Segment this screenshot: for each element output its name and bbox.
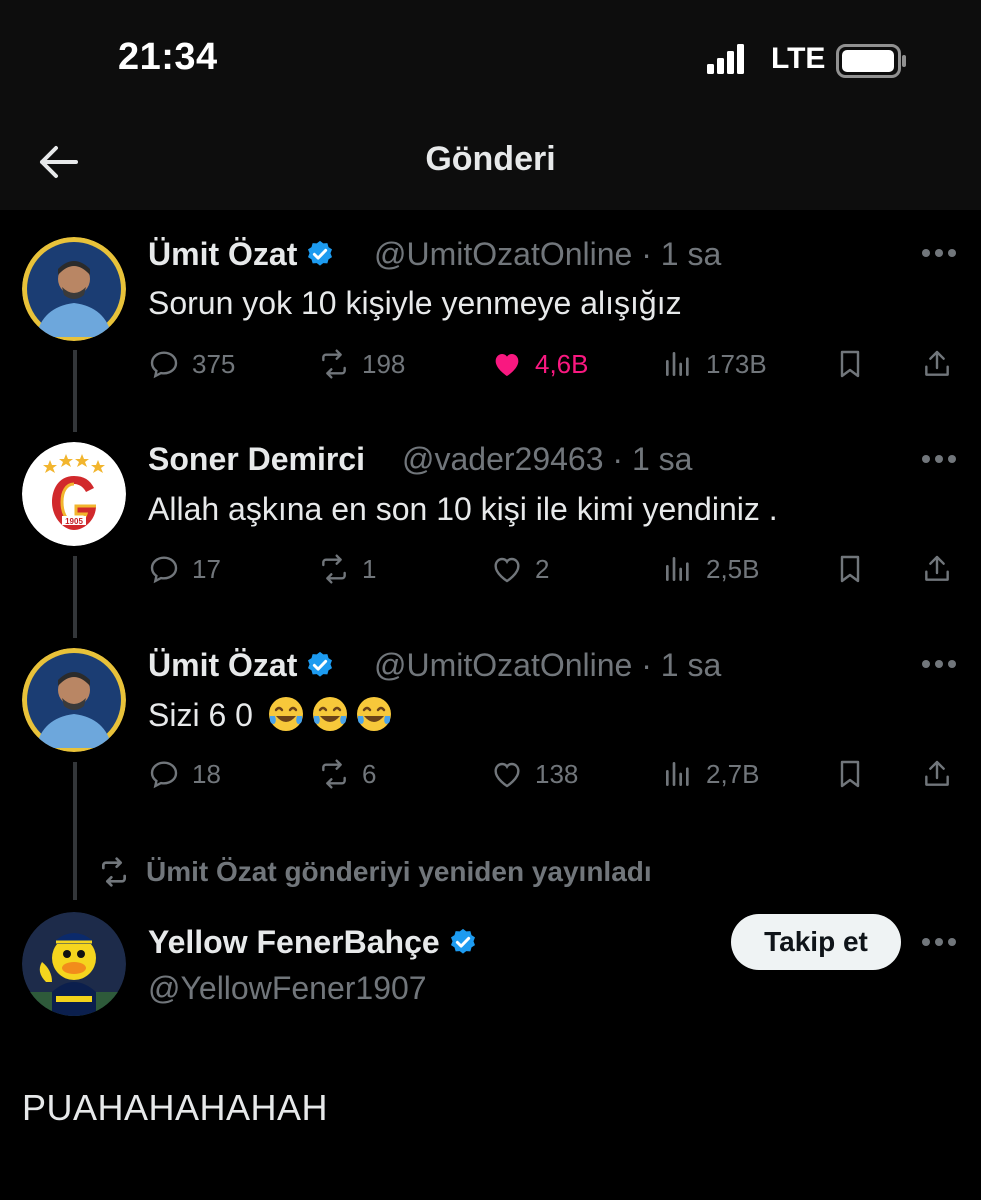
author-name-text[interactable]: Yellow FenerBahçe xyxy=(148,924,440,960)
post-text: PUAHAHAHAHAH xyxy=(22,1087,329,1128)
repost-count: 1 xyxy=(362,553,377,584)
author-handle-time: @vader29463 · 1 sa xyxy=(402,441,693,477)
author-handle-time: @UmitOzatOnline · 1 sa xyxy=(374,647,722,683)
views-button[interactable]: 173B xyxy=(662,348,767,380)
more-options-icon[interactable] xyxy=(921,937,957,947)
repost-icon xyxy=(322,759,346,789)
thread-line xyxy=(73,556,77,638)
avatar[interactable] xyxy=(22,237,126,341)
thread-line xyxy=(73,350,77,432)
thread-line xyxy=(73,762,77,900)
battery-icon xyxy=(836,44,906,78)
author-name[interactable]: Yellow FenerBahçe xyxy=(148,924,478,961)
share-icon xyxy=(925,350,949,376)
reply-count: 17 xyxy=(192,553,221,584)
reply-icon xyxy=(150,761,178,789)
author-name[interactable]: Ümit Özat xyxy=(148,236,335,273)
author-name-text[interactable]: Ümit Özat xyxy=(148,236,297,272)
avatar-man-image xyxy=(22,237,126,341)
repost-count: 198 xyxy=(362,348,406,379)
heart-filled-icon xyxy=(495,354,519,376)
repost-icon xyxy=(322,554,346,584)
repost-icon xyxy=(322,349,346,379)
reply-icon xyxy=(150,556,178,584)
avatar-man-image xyxy=(22,648,126,752)
bookmark-icon xyxy=(840,760,860,788)
bookmark-icon xyxy=(840,555,860,583)
tweet-text-content: Sizi 6 0 xyxy=(148,697,253,733)
canary-mascot-avatar-image xyxy=(22,912,126,1016)
author-name[interactable]: Ümit Özat xyxy=(148,647,335,684)
avatar[interactable] xyxy=(22,912,126,1016)
reply-icon xyxy=(150,351,178,379)
logo-year-text: 1905 xyxy=(65,517,83,526)
tweet-text: Allah aşkına en son 10 kişi ile kimi yen… xyxy=(148,491,778,527)
avatar[interactable]: 1905 xyxy=(22,442,126,546)
views-chart-icon xyxy=(666,762,689,786)
repost-notice-text: Ümit Özat gönderiyi yeniden yayınladı xyxy=(146,856,652,887)
top-nav: Gönderi xyxy=(0,120,981,210)
bookmark-button[interactable] xyxy=(834,758,866,790)
repost-button[interactable]: 198 xyxy=(318,348,405,380)
verified-badge-icon xyxy=(308,651,333,677)
more-options-icon[interactable] xyxy=(921,248,957,258)
repost-notice[interactable]: Ümit Özat gönderiyi yeniden yayınladı xyxy=(98,856,652,888)
tweet-text: Sizi 6 0 xyxy=(148,694,394,734)
bookmark-icon xyxy=(840,350,860,378)
share-button[interactable] xyxy=(921,758,953,790)
status-bar: 21:34 LTE xyxy=(0,0,981,120)
like-button[interactable]: 138 xyxy=(491,758,578,790)
author-name-text[interactable]: Ümit Özat xyxy=(148,647,297,683)
share-icon xyxy=(925,760,949,786)
author-name[interactable]: Soner Demirci xyxy=(148,441,365,478)
reply-button[interactable]: 17 xyxy=(148,553,221,585)
tears-of-joy-emoji-icon xyxy=(268,697,303,731)
like-count: 2 xyxy=(535,553,550,584)
view-count: 2,5B xyxy=(706,553,760,584)
like-button[interactable]: 2 xyxy=(491,553,549,585)
more-options-icon[interactable] xyxy=(921,659,957,669)
verified-badge-icon xyxy=(450,928,475,954)
reply-count: 375 xyxy=(192,348,236,379)
galatasaray-logo-image xyxy=(22,442,126,546)
network-type: LTE xyxy=(771,42,826,75)
reply-count: 18 xyxy=(192,758,221,789)
share-icon xyxy=(925,555,949,581)
verified-badge-icon xyxy=(308,240,333,266)
view-count: 2,7B xyxy=(706,758,760,789)
views-button[interactable]: 2,7B xyxy=(662,758,760,790)
views-chart-icon xyxy=(666,557,689,581)
bookmark-button[interactable] xyxy=(834,553,866,585)
like-button[interactable]: 4,6B xyxy=(491,348,589,380)
repost-button[interactable]: 6 xyxy=(318,758,376,790)
reply-button[interactable]: 18 xyxy=(148,758,221,790)
heart-outline-icon xyxy=(494,557,520,583)
bookmark-button[interactable] xyxy=(834,348,866,380)
like-count: 138 xyxy=(535,758,579,789)
signal-icon xyxy=(707,44,744,74)
tears-of-joy-emoji-icon xyxy=(356,697,391,731)
more-options-icon[interactable] xyxy=(921,454,957,464)
author-handle[interactable]: @YellowFener1907 xyxy=(148,970,427,1007)
avatar[interactable] xyxy=(22,648,126,752)
follow-button[interactable]: Takip et xyxy=(731,914,901,970)
repost-count: 6 xyxy=(362,758,377,789)
tweet-text: Sorun yok 10 kişiyle yenmeye alışığız xyxy=(148,285,682,321)
heart-outline-icon xyxy=(494,762,520,788)
repost-button[interactable]: 1 xyxy=(318,553,376,585)
repost-icon xyxy=(102,857,126,887)
reply-button[interactable]: 375 xyxy=(148,348,235,380)
views-button[interactable]: 2,5B xyxy=(662,553,760,585)
like-count: 4,6B xyxy=(535,348,589,379)
view-count: 173B xyxy=(706,348,767,379)
status-time: 21:34 xyxy=(118,36,218,78)
views-chart-icon xyxy=(666,352,689,376)
share-button[interactable] xyxy=(921,348,953,380)
author-handle-time: @UmitOzatOnline · 1 sa xyxy=(374,236,722,272)
share-button[interactable] xyxy=(921,553,953,585)
page-title: Gönderi xyxy=(425,140,556,178)
tears-of-joy-emoji-icon xyxy=(312,697,347,731)
